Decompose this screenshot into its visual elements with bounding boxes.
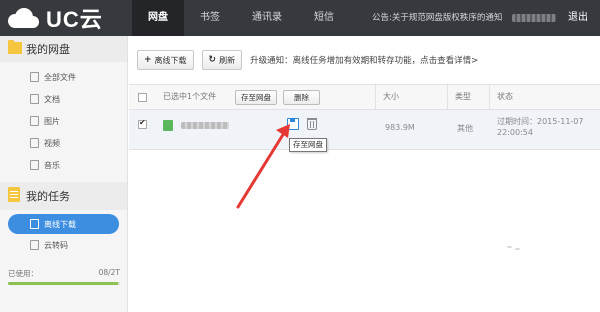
- sidebar-item-music[interactable]: 音乐: [0, 154, 127, 176]
- row-checkbox[interactable]: [138, 118, 147, 129]
- toolbar: + 离线下载 ↻ 刷新 升级通知：离线任务增加有效期和转存功能，点击查看详情>: [129, 36, 600, 84]
- sidebar-item-all-files[interactable]: 全部文件: [0, 66, 127, 88]
- nav-item-bookmarks[interactable]: 书签: [184, 0, 236, 36]
- logout-link[interactable]: 退出: [568, 0, 588, 36]
- column-header-status[interactable]: 状态: [497, 85, 513, 109]
- file-type: 其他: [457, 124, 473, 133]
- column-divider: [447, 85, 448, 109]
- refresh-label: 刷新: [219, 55, 236, 65]
- usage-bar: [8, 282, 120, 285]
- sidebar-item-videos[interactable]: 视频: [0, 132, 127, 154]
- sidebar-section-tasks-label: 我的任务: [26, 190, 70, 203]
- task-list-icon: [8, 187, 20, 202]
- expiry-status: 过期时间：2015-11-07 22:00:54: [497, 116, 584, 138]
- sidebar-item-cloud-transcode[interactable]: 云转码: [0, 234, 127, 256]
- usage-value: 08/2T: [98, 268, 120, 277]
- column-header-size[interactable]: 大小: [383, 85, 399, 109]
- file-type-icon: [163, 120, 173, 131]
- offline-download-button[interactable]: + 离线下载: [137, 50, 194, 70]
- storage-usage: 已使用： 08/2T: [8, 268, 120, 285]
- header-save-to-disk-button[interactable]: 存至网盘: [235, 90, 277, 105]
- files-icon: [30, 72, 39, 82]
- refresh-icon: ↻: [208, 55, 217, 65]
- cloud-icon: [8, 8, 39, 28]
- sidebar-item-label: 文档: [44, 94, 60, 104]
- save-to-disk-icon[interactable]: [287, 118, 299, 130]
- usage-bar-fill: [8, 282, 118, 285]
- upgrade-notice-link[interactable]: 升级通知：离线任务增加有效期和转存功能，点击查看详情>: [250, 54, 478, 66]
- download-list-icon: [30, 219, 39, 229]
- announcement-link[interactable]: 公告:关于规范网盘版权秩序的通知: [372, 0, 502, 36]
- trash-icon[interactable]: [307, 118, 317, 130]
- document-icon: [30, 94, 39, 104]
- save-tooltip: 存至网盘: [289, 138, 327, 152]
- sidebar-item-label: 全部文件: [44, 72, 76, 82]
- sidebar-item-label: 视频: [44, 138, 60, 148]
- sidebar-section-disk-label: 我的网盘: [26, 43, 70, 56]
- select-all-checkbox[interactable]: [138, 93, 147, 102]
- main-panel: + 离线下载 ↻ 刷新 升级通知：离线任务增加有效期和转存功能，点击查看详情> …: [129, 36, 600, 312]
- username-blurred[interactable]: [512, 14, 556, 22]
- loading-indicator: [507, 246, 527, 250]
- sidebar-item-documents[interactable]: 文档: [0, 88, 127, 110]
- column-header-type[interactable]: 类型: [455, 85, 471, 109]
- sidebar-item-images[interactable]: 图片: [0, 110, 127, 132]
- table-header: 已选中1个文件 存至网盘 删除 大小 类型 状态: [129, 84, 600, 110]
- video-icon: [30, 138, 39, 148]
- plus-icon: +: [144, 55, 152, 65]
- refresh-button[interactable]: ↻ 刷新: [201, 50, 243, 70]
- expiry-date: 过期时间：2015-11-07: [497, 117, 584, 126]
- sidebar-section-tasks[interactable]: 我的任务: [0, 182, 127, 210]
- header-delete-button[interactable]: 删除: [283, 90, 320, 105]
- nav-item-disk[interactable]: 网盘: [132, 0, 184, 36]
- sidebar-item-label: 图片: [44, 116, 60, 126]
- sidebar-item-label: 云转码: [44, 240, 68, 250]
- nav-item-contacts[interactable]: 通讯录: [236, 0, 298, 36]
- sidebar: 我的网盘 全部文件 文档 图片 视频 音乐 我的任务 离线下载 云转码 已使用：…: [0, 36, 128, 312]
- logo[interactable]: UC云: [6, 4, 103, 32]
- usage-label: 已使用：: [8, 269, 38, 278]
- folder-icon: [8, 40, 22, 54]
- column-divider: [489, 85, 490, 109]
- music-icon: [30, 160, 39, 170]
- sidebar-item-offline-download[interactable]: 离线下载: [8, 214, 119, 234]
- column-divider: [375, 85, 376, 109]
- top-bar: UC云 网盘 书签 通讯录 短信 公告:关于规范网盘版权秩序的通知 退出: [0, 0, 600, 36]
- sidebar-item-label: 音乐: [44, 160, 60, 170]
- table-row[interactable]: 983.9M 其他 过期时间：2015-11-07 22:00:54: [129, 110, 600, 150]
- offline-download-label: 离线下载: [154, 55, 187, 65]
- logo-text: UC云: [46, 7, 103, 32]
- top-nav: 网盘 书签 通讯录 短信: [132, 0, 350, 36]
- nav-item-sms[interactable]: 短信: [298, 0, 350, 36]
- sidebar-section-disk[interactable]: 我的网盘: [0, 36, 127, 62]
- file-name-blurred[interactable]: [181, 122, 229, 129]
- file-size: 983.9M: [385, 123, 415, 132]
- expiry-time: 22:00:54: [497, 128, 533, 137]
- selected-count: 已选中1个文件: [163, 92, 217, 101]
- sidebar-item-label: 离线下载: [44, 219, 76, 229]
- image-icon: [30, 116, 39, 126]
- transcode-icon: [30, 240, 39, 250]
